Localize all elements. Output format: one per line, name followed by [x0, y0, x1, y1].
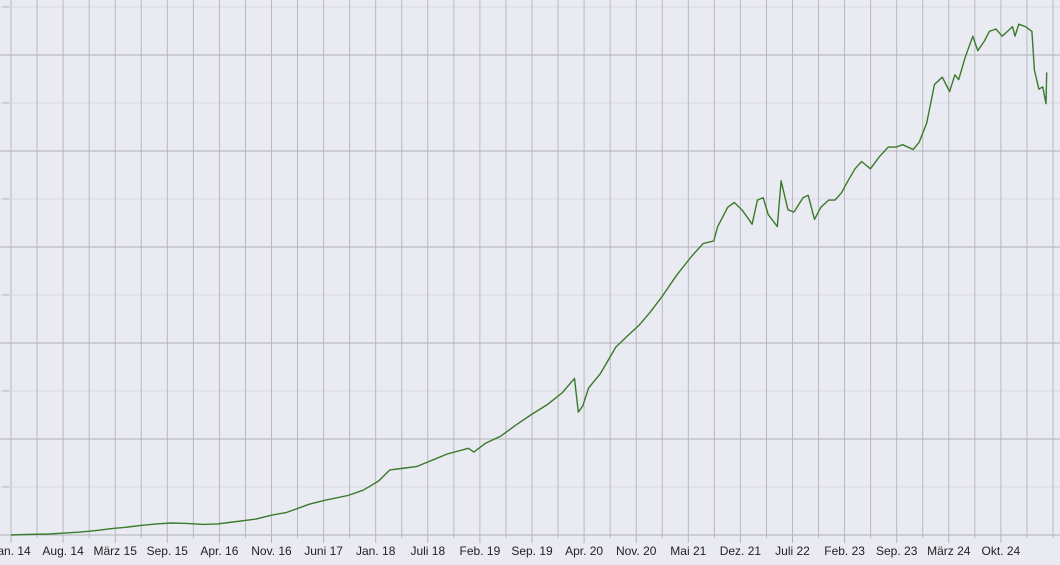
line-chart: Jan. 14 Aug. 14 März 15 Sep. 15 Apr. 16 Nov. …: [0, 0, 1060, 565]
x-tick-label: Juli 22: [775, 544, 810, 558]
x-tick-label: Dez. 21: [720, 544, 762, 558]
x-tick-label: Jan. 18: [356, 544, 396, 558]
x-tick-label: März 24: [927, 544, 971, 558]
x-tick-label: Aug. 14: [42, 544, 84, 558]
x-tick-label: Feb. 23: [824, 544, 865, 558]
x-tick-label: Nov. 16: [251, 544, 292, 558]
x-tick-label: Okt. 24: [982, 544, 1021, 558]
plot-background: [0, 0, 1060, 565]
x-tick-label: Sep. 19: [511, 544, 553, 558]
x-tick-label: Juni 17: [304, 544, 343, 558]
x-tick-label: Apr. 20: [565, 544, 603, 558]
x-tick-label: Sep. 15: [147, 544, 189, 558]
x-tick-label: Nov. 20: [616, 544, 657, 558]
x-tick-label: Apr. 16: [200, 544, 238, 558]
x-tick-label: Jan. 14: [0, 544, 31, 558]
x-tick-label: Feb. 19: [460, 544, 501, 558]
x-tick-label: Sep. 23: [876, 544, 918, 558]
x-tick-label: März 15: [94, 544, 138, 558]
x-tick-label: Mai 21: [670, 544, 706, 558]
x-tick-label: Juli 18: [410, 544, 445, 558]
